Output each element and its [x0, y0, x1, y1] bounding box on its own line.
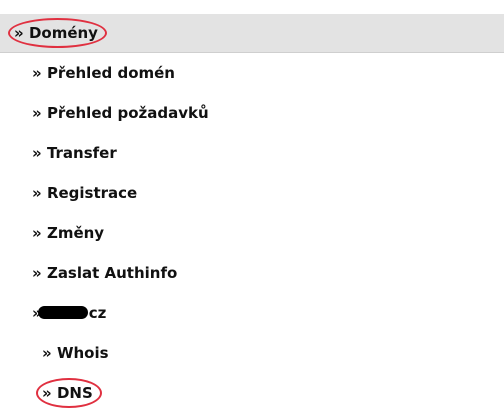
menu-arrow: »	[32, 144, 42, 162]
menu-arrow: »	[14, 24, 24, 42]
menu-item-label: Transfer	[46, 144, 117, 162]
menu-item-label: Přehled požadavků	[46, 104, 209, 122]
menu-header-label: Domény	[28, 24, 98, 42]
highlighted-dns: » DNS	[36, 378, 102, 408]
menu-arrow: »	[42, 384, 52, 402]
menu-item-domain-entry[interactable]: » cz	[0, 293, 504, 333]
domain-menu: » Domény » Přehled domén » Přehled požad…	[0, 14, 504, 413]
menu-arrow: »	[32, 184, 42, 202]
highlighted-header: » Domény	[8, 18, 107, 48]
menu-item-label: Zaslat Authinfo	[46, 264, 178, 282]
menu-arrow: »	[32, 64, 42, 82]
redaction-mark	[37, 305, 88, 319]
menu-item-zaslat-authinfo[interactable]: » Zaslat Authinfo	[0, 253, 504, 293]
top-strip	[0, 0, 504, 14]
menu-item-prehled-pozadavku[interactable]: » Přehled požadavků	[0, 93, 504, 133]
menu-arrow: »	[32, 264, 42, 282]
menu-item-label: Registrace	[46, 184, 138, 202]
menu-item-transfer[interactable]: » Transfer	[0, 133, 504, 173]
menu-item-label: DNS	[56, 384, 93, 402]
menu-item-whois[interactable]: » Whois	[0, 333, 504, 373]
menu-item-label: Přehled domén	[46, 64, 175, 82]
menu-item-zmeny[interactable]: » Změny	[0, 213, 504, 253]
menu-arrow: »	[32, 224, 42, 242]
menu-item-label: Whois	[56, 344, 109, 362]
menu-item-label: Změny	[46, 224, 105, 242]
menu-item-prehled-domen[interactable]: » Přehled domén	[0, 53, 504, 93]
menu-header-domeny[interactable]: » Domény	[0, 14, 504, 53]
domain-suffix: cz	[88, 304, 107, 322]
menu-item-registrace[interactable]: » Registrace	[0, 173, 504, 213]
menu-arrow: »	[32, 104, 42, 122]
menu-item-dns[interactable]: » DNS	[0, 373, 504, 413]
menu-arrow: »	[42, 344, 52, 362]
